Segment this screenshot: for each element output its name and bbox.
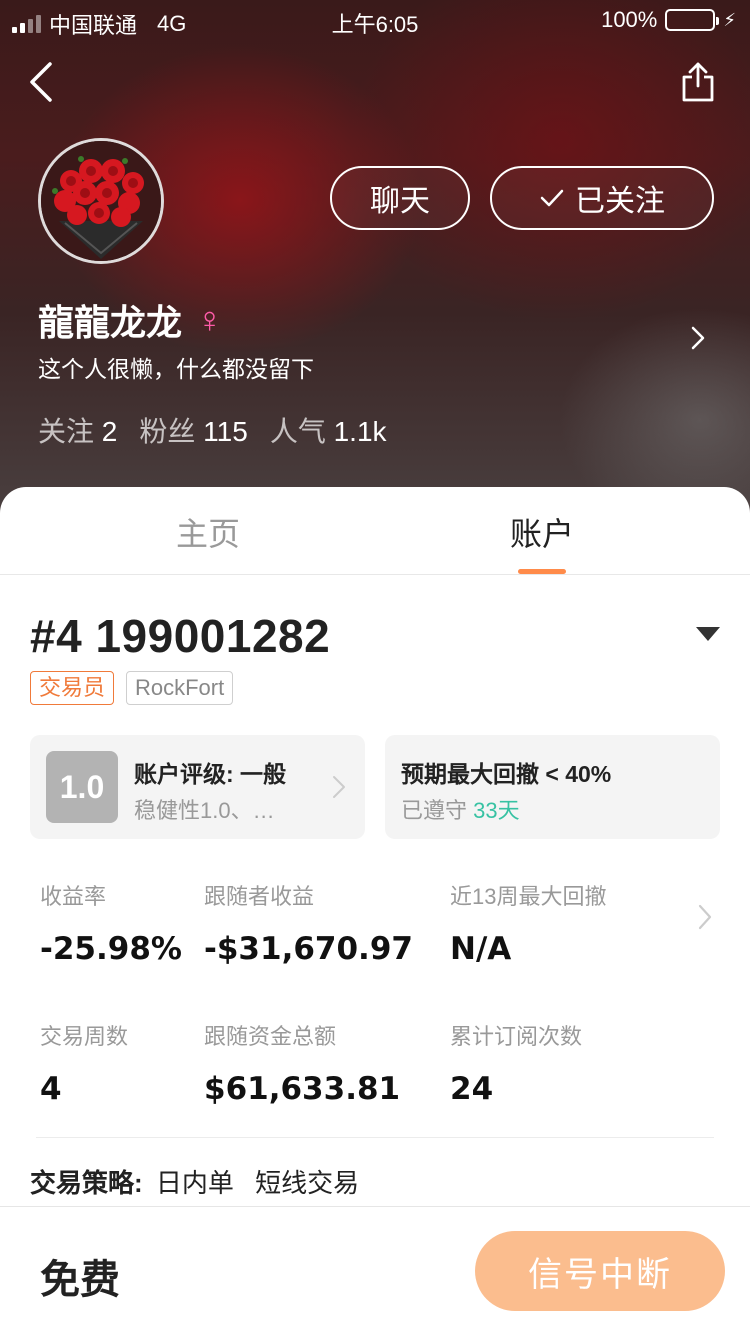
chat-button[interactable]: 聊天 (330, 166, 470, 230)
chat-button-label: 聊天 (370, 185, 430, 218)
stat-label: 人气 (269, 416, 326, 447)
price-label: 免费 (40, 1258, 120, 1302)
checkmark-icon (540, 189, 564, 207)
tab-bar: 主页 账户 (0, 487, 750, 575)
drawdown-status: 已遵守 (401, 798, 468, 823)
signal-button-label: 信号中断 (528, 1255, 672, 1294)
rating-score: 1.0 (46, 751, 118, 823)
stat-following[interactable]: 关注 2 (38, 410, 117, 450)
metric-return: 收益率 -25.98% (40, 879, 182, 967)
tab-indicator (518, 569, 566, 574)
metric-trade-weeks: 交易周数 4 (40, 1019, 128, 1107)
avatar[interactable] (38, 138, 164, 264)
status-bar: 中国联通 4G 上午6:05 100% ⚡ (0, 0, 750, 40)
female-icon: ♀ (196, 299, 224, 340)
rating-panel[interactable]: 1.0 账户评级: 一般 稳健性1.0、… (30, 735, 365, 839)
drawdown-subtitle: 已遵守 33天 (401, 793, 520, 825)
rose-bouquet-image (41, 141, 161, 261)
strategy-value: 日内单 (155, 1168, 234, 1198)
stat-popularity: 人气 1.1k (270, 410, 387, 450)
profile-header: 中国联通 4G 上午6:05 100% ⚡ 聊天 已关注 龍龍龙龙 ♀ 这个人很… (0, 0, 750, 520)
dropdown-caret-icon[interactable] (696, 627, 720, 641)
account-number: #4 199001282 (30, 610, 331, 662)
trading-strategy: 交易策略: 日内单 短线交易 (30, 1163, 359, 1200)
metric-label: 跟随资金总额 (204, 1024, 337, 1049)
metric-label: 收益率 (40, 884, 107, 909)
profile-stats: 关注 2 粉丝 115 人气 1.1k (38, 410, 387, 450)
strategy-label: 交易策略: (30, 1168, 143, 1198)
stat-value: 1.1k (333, 416, 387, 447)
stat-fans[interactable]: 粉丝 115 (139, 410, 247, 450)
battery-icon (665, 9, 720, 31)
stat-label: 粉丝 (139, 416, 196, 447)
metric-max-drawdown[interactable]: 近13周最大回撤 N/A (450, 879, 606, 967)
metric-label: 跟随者收益 (204, 884, 315, 909)
following-button-label: 已关注 (575, 185, 665, 218)
stat-value: 2 (101, 416, 118, 447)
stat-label: 关注 (38, 416, 95, 447)
drawdown-panel: 预期最大回撤 < 40% 已遵守 33天 (385, 735, 720, 839)
tag-trader: 交易员 (30, 671, 115, 705)
strategy-value: 短线交易 (255, 1168, 360, 1198)
chevron-right-icon[interactable] (688, 322, 708, 354)
metric-value: -$31,670.97 (204, 931, 413, 967)
metric-subscriptions: 累计订阅次数 24 (450, 1019, 582, 1107)
chevron-right-icon (333, 776, 345, 798)
metric-label: 累计订阅次数 (450, 1024, 583, 1049)
tag-broker: RockFort (126, 671, 234, 705)
profile-name-row: 龍龍龙龙 ♀ (38, 294, 223, 346)
battery-percent: 100% (601, 7, 658, 32)
metric-label: 交易周数 (40, 1024, 129, 1049)
rating-subtitle: 稳健性1.0、… (134, 798, 275, 823)
share-icon[interactable] (680, 60, 716, 104)
metric-value: N/A (450, 931, 512, 967)
drawdown-days: 33天 (473, 798, 520, 823)
metric-label: 近13周最大回撤 (450, 884, 607, 909)
metric-value: 24 (450, 1071, 494, 1107)
tab-account[interactable]: 账户 (442, 509, 642, 555)
rating-title: 账户评级: 一般 (134, 761, 287, 787)
profile-name: 龍龍龙龙 (38, 302, 183, 343)
tab-home[interactable]: 主页 (108, 509, 308, 555)
metric-value: 4 (40, 1071, 62, 1107)
back-arrow-icon[interactable] (24, 58, 64, 106)
chevron-right-icon[interactable] (696, 901, 714, 933)
divider (36, 1137, 714, 1138)
following-button[interactable]: 已关注 (490, 166, 714, 230)
charging-icon: ⚡ (723, 9, 736, 30)
profile-bio: 这个人很懒，什么都没留下 (38, 356, 314, 382)
metric-value: $61,633.81 (204, 1071, 401, 1107)
metric-value: -25.98% (40, 931, 182, 967)
metric-follow-funds: 跟随资金总额 $61,633.81 (204, 1019, 400, 1107)
drawdown-title: 预期最大回撤 < 40% (401, 761, 612, 787)
signal-button[interactable]: 信号中断 (475, 1231, 725, 1311)
bottom-bar: 免费 信号中断 (0, 1206, 750, 1334)
metric-follower-profit: 跟随者收益 -$31,670.97 (204, 879, 413, 967)
stat-value: 115 (203, 416, 248, 447)
